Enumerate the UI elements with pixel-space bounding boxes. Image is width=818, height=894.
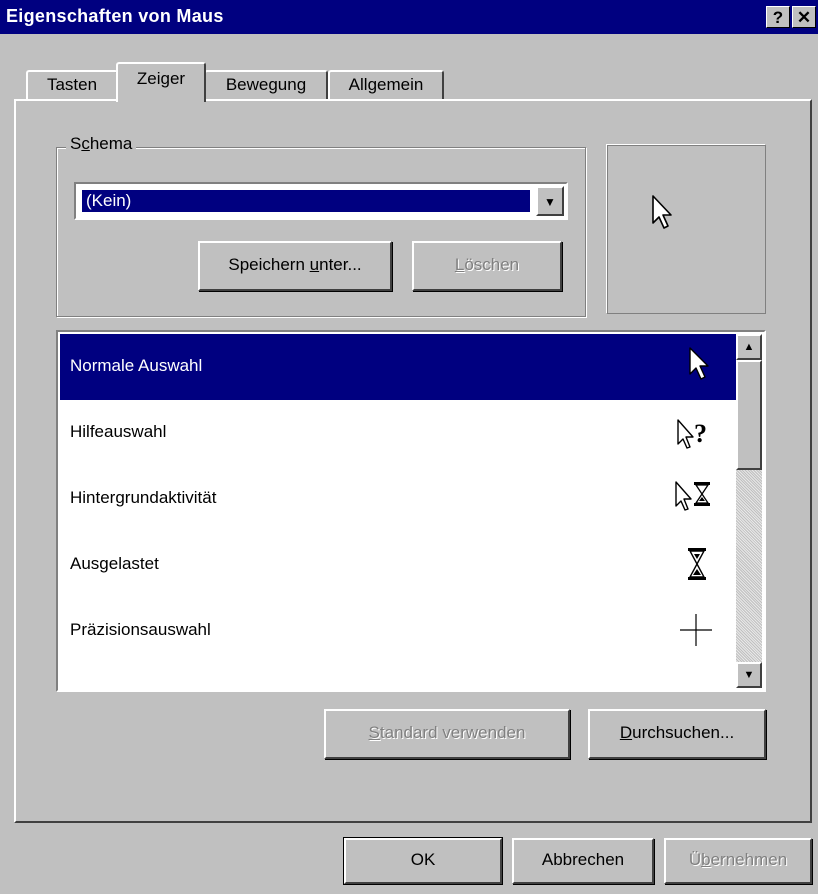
schema-selected-value: (Kein) xyxy=(81,189,531,213)
list-item-label: Hilfeauswahl xyxy=(70,422,167,441)
arrow-pointer-icon xyxy=(652,195,672,229)
list-item[interactable]: Präzisionsauswahl xyxy=(60,598,738,664)
help-button[interactable]: ? xyxy=(766,6,790,28)
list-item-label: Hintergrundaktivität xyxy=(70,488,217,507)
scroll-down-icon[interactable]: ▼ xyxy=(736,662,762,688)
hourglass-icon xyxy=(688,548,706,580)
list-item[interactable]: Ausgelastet xyxy=(60,532,738,598)
window-title: Eigenschaften von Maus xyxy=(6,6,224,26)
arrow-pointer-icon xyxy=(689,347,709,380)
list-item[interactable]: Hintergrundaktivität xyxy=(60,466,738,532)
scroll-up-icon[interactable]: ▲ xyxy=(736,334,762,360)
list-scrollbar[interactable]: ▲ ▼ xyxy=(736,334,762,688)
tab-label: Allgemein xyxy=(348,75,424,94)
schema-groupbox xyxy=(56,147,586,317)
cursor-list[interactable]: Normale Auswahl Hilfeauswahl ? Hintergru… xyxy=(56,330,766,692)
list-item-label: Normale Auswahl xyxy=(70,356,203,375)
scroll-thumb[interactable] xyxy=(736,360,762,470)
ok-button[interactable]: OK xyxy=(343,837,503,885)
use-default-button[interactable]: Standard verwenden xyxy=(324,709,570,759)
close-button[interactable]: ✕ xyxy=(792,6,816,28)
browse-button[interactable]: Durchsuchen... xyxy=(588,709,766,759)
tab-allgemein[interactable]: Allgemein xyxy=(328,70,444,100)
schema-group-label: Schema xyxy=(66,134,137,154)
list-item[interactable]: Hilfeauswahl ? xyxy=(60,400,738,466)
tab-label: Bewegung xyxy=(225,75,307,94)
save-as-button[interactable]: Speichern unter... xyxy=(198,241,392,291)
list-item[interactable]: Normale Auswahl xyxy=(60,334,738,400)
crosshair-icon xyxy=(680,614,712,646)
tab-label: Tasten xyxy=(46,75,98,94)
list-item-label: Ausgelastet xyxy=(70,554,159,573)
apply-button[interactable]: Übernehmen xyxy=(664,838,812,884)
title-bar: Eigenschaften von Maus ? ✕ xyxy=(0,0,818,34)
tab-bewegung[interactable]: Bewegung xyxy=(204,70,328,100)
tab-tasten[interactable]: Tasten xyxy=(26,70,118,100)
svg-text:?: ? xyxy=(694,419,707,448)
tab-label: Zeiger xyxy=(136,69,186,88)
chevron-down-icon[interactable]: ▼ xyxy=(536,186,564,216)
cancel-button[interactable]: Abbrechen xyxy=(512,838,654,884)
delete-button[interactable]: Löschen xyxy=(412,241,562,291)
tab-zeiger[interactable]: Zeiger xyxy=(116,62,206,102)
cursor-preview xyxy=(606,144,766,314)
schema-dropdown[interactable]: (Kein) ▼ xyxy=(74,182,568,220)
working-in-background-icon xyxy=(675,481,710,511)
list-item-label: Präzisionsauswahl xyxy=(70,620,211,639)
help-pointer-icon: ? xyxy=(677,419,707,449)
